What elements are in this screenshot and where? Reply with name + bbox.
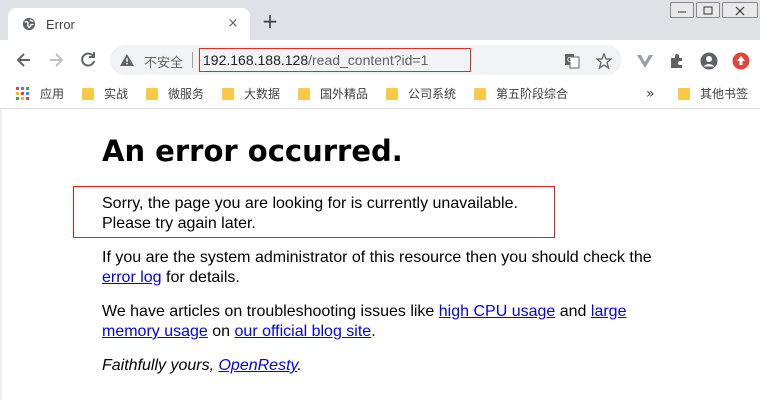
bookmark-label: 国外精品	[320, 87, 369, 101]
sorry-message: Sorry, the page you are looking for is c…	[102, 194, 518, 234]
new-tab-button[interactable]: +	[260, 11, 280, 32]
admin-text: If you are the system administrator of t…	[102, 249, 652, 266]
bookmark-label: 第五阶段综合	[496, 87, 569, 101]
articles-prefix: We have articles on troubleshooting issu…	[102, 303, 439, 320]
and-text: and	[555, 303, 591, 320]
page-left-edge	[0, 109, 2, 400]
minimize-button[interactable]	[670, 2, 694, 18]
reload-icon[interactable]	[78, 50, 98, 70]
url-host: 192.168.188.128	[203, 52, 309, 68]
bookmark-folder[interactable]: 实战	[82, 86, 128, 104]
close-tab-icon[interactable]: ×	[224, 15, 242, 33]
bookmark-label: 应用	[40, 87, 65, 101]
maximize-icon	[703, 6, 713, 15]
forward-arrow-icon[interactable]	[46, 50, 66, 70]
folder-icon	[474, 87, 486, 100]
folder-icon	[222, 87, 234, 100]
profile-icon[interactable]	[700, 52, 718, 70]
maximize-button[interactable]	[696, 2, 720, 18]
folder-icon	[298, 87, 310, 100]
articles-message: We have articles on troubleshooting issu…	[102, 302, 626, 342]
url-text[interactable]: 192.168.188.128/read_content?id=1	[203, 52, 428, 68]
vue-devtools-icon[interactable]	[636, 52, 654, 70]
folder-icon	[386, 87, 398, 100]
star-icon[interactable]	[596, 53, 612, 69]
bookmark-folder[interactable]: 国外精品	[298, 86, 368, 104]
security-label[interactable]: 不安全	[144, 52, 183, 71]
bookmark-label: 大数据	[244, 87, 281, 101]
bookmark-label: 其他书签	[700, 87, 749, 101]
bookmarks-overflow-button[interactable]: »	[646, 86, 655, 104]
bookmark-label: 微服务	[168, 87, 205, 101]
bookmark-label: 实战	[104, 87, 129, 101]
folder-icon	[146, 87, 158, 100]
sorry-line-1: Sorry, the page you are looking for is c…	[102, 195, 518, 212]
period: .	[371, 323, 376, 340]
admin-message: If you are the system administrator of t…	[102, 248, 652, 288]
globe-icon	[22, 17, 36, 31]
tab-error[interactable]: Error ×	[8, 8, 250, 40]
error-log-link[interactable]: error log	[102, 269, 162, 286]
error-heading: An error occurred.	[102, 134, 403, 168]
close-window-button[interactable]	[722, 2, 758, 18]
tab-title: Error	[46, 17, 75, 32]
warning-icon[interactable]	[120, 54, 134, 66]
bookmark-folder[interactable]: 微服务	[146, 86, 204, 104]
update-icon[interactable]	[732, 52, 750, 70]
on-text: on	[207, 323, 235, 340]
back-arrow-icon[interactable]	[14, 50, 34, 70]
apps-grid-icon	[16, 86, 29, 100]
url-path: /read_content?id=1	[308, 52, 429, 68]
bookmark-folder[interactable]: 第五阶段综合	[474, 86, 568, 104]
bookmark-label: 公司系统	[408, 87, 457, 101]
bookmark-folder[interactable]: 公司系统	[386, 86, 456, 104]
large-memory-link-part1[interactable]: large	[591, 303, 627, 320]
end-period: .	[297, 357, 302, 374]
sorry-line-2: Please try again later.	[102, 215, 256, 232]
openresty-link[interactable]: OpenResty	[218, 357, 297, 374]
large-memory-link-part2[interactable]: memory usage	[102, 323, 208, 340]
blog-site-link[interactable]: our official blog site	[235, 323, 372, 340]
minimize-icon	[678, 11, 686, 13]
other-bookmarks-folder[interactable]: 其他书签	[678, 86, 748, 104]
folder-icon	[678, 87, 690, 100]
omnibox-separator	[192, 52, 193, 68]
extensions-icon[interactable]	[668, 52, 686, 70]
svg-text:G: G	[567, 56, 572, 64]
faithfully-text: Faithfully yours,	[102, 357, 219, 374]
signature: Faithfully yours, OpenResty.	[102, 356, 302, 376]
admin-suffix: for details.	[161, 269, 240, 286]
tab-strip: Error × +	[0, 0, 760, 40]
bookmark-folder[interactable]: 大数据	[222, 86, 280, 104]
translate-icon[interactable]: G	[564, 53, 580, 69]
close-window-icon	[735, 6, 745, 16]
folder-icon	[82, 87, 94, 100]
bookmark-apps[interactable]: 应用	[16, 86, 64, 104]
high-cpu-link[interactable]: high CPU usage	[439, 303, 556, 320]
